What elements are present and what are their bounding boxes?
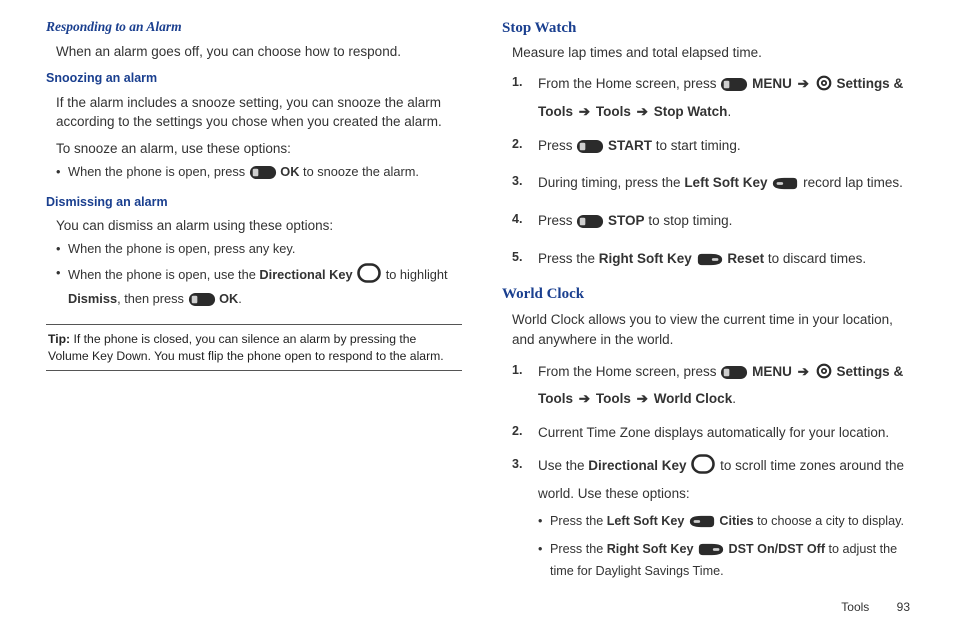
start-label: START [608, 138, 652, 153]
stopwatch-step-3: During timing, press the Left Soft Key r… [510, 171, 918, 199]
para-snooze-1: If the alarm includes a snooze setting, … [56, 93, 462, 132]
text: , then press [117, 291, 187, 306]
tools-label: Tools [596, 391, 631, 406]
left-soft-key-label: Left Soft Key [684, 175, 767, 190]
heading-worldclock: World Clock [502, 284, 918, 304]
text: to stop timing. [648, 213, 732, 228]
ok-label: OK [280, 164, 299, 179]
text: Press the [550, 514, 607, 528]
stopwatch-steps: From the Home screen, press MENU ➔ Setti… [510, 72, 918, 274]
stopwatch-step-5: Press the Right Soft Key Reset to discar… [510, 247, 918, 275]
settings-icon [815, 74, 833, 100]
directional-key-icon [690, 454, 716, 482]
text: During timing, press the [538, 175, 684, 190]
worldclock-step-3: Use the Directional Key to scroll time z… [510, 454, 918, 580]
right-soft-key-icon [697, 542, 725, 562]
tip-text: If the phone is closed, you can silence … [48, 332, 444, 362]
worldclock-steps: From the Home screen, press MENU ➔ Setti… [510, 360, 918, 581]
text: . [238, 291, 242, 306]
left-soft-key-icon [771, 175, 799, 199]
center-key-icon [188, 292, 216, 313]
center-key-icon [576, 138, 604, 162]
dst-label: DST On/DST Off [728, 542, 825, 556]
text: Use the [538, 458, 588, 473]
worldclock-sub-1: Press the Left Soft Key Cities to choose… [538, 512, 918, 534]
text: Press [538, 138, 576, 153]
stopwatch-label: Stop Watch [654, 104, 728, 119]
worldclock-sublist: Press the Left Soft Key Cities to choose… [538, 512, 918, 581]
dismiss-bullet-2: When the phone is open, use the Directio… [56, 263, 462, 313]
dismiss-bullets: When the phone is open, press any key. W… [56, 239, 462, 312]
text: Press the [550, 542, 607, 556]
text: From the Home screen, press [538, 76, 720, 91]
heading-responding: Responding to an Alarm [46, 18, 462, 36]
left-column: Responding to an Alarm When an alarm goe… [46, 14, 462, 592]
heading-stopwatch: Stop Watch [502, 18, 918, 38]
text: record lap times. [803, 175, 903, 190]
page-body: Responding to an Alarm When an alarm goe… [0, 0, 954, 600]
text: to highlight [386, 267, 448, 282]
ok-label: OK [219, 291, 238, 306]
right-soft-key-label: Right Soft Key [599, 251, 692, 266]
stopwatch-step-2: Press START to start timing. [510, 134, 918, 162]
arrow-icon: ➔ [579, 100, 590, 124]
menu-label: MENU [752, 76, 792, 91]
footer-section: Tools [841, 600, 869, 614]
tip-label: Tip: [48, 332, 70, 346]
para-worldclock: World Clock allows you to view the curre… [512, 310, 918, 349]
heading-dismissing: Dismissing an alarm [46, 194, 462, 211]
directional-key-label: Directional Key [259, 267, 352, 282]
text: to choose a city to display. [757, 514, 904, 528]
worldclock-step-1: From the Home screen, press MENU ➔ Setti… [510, 360, 918, 411]
page-footer: Tools 93 [0, 600, 954, 614]
text: From the Home screen, press [538, 364, 720, 379]
center-key-icon [720, 76, 748, 100]
arrow-icon: ➔ [798, 72, 809, 96]
cities-label: Cities [719, 514, 753, 528]
arrow-icon: ➔ [637, 387, 648, 411]
footer-page-number: 93 [897, 600, 910, 614]
center-key-icon [576, 213, 604, 237]
dismiss-bullet-1: When the phone is open, press any key. [56, 239, 462, 259]
para-snooze-2: To snooze an alarm, use these options: [56, 140, 462, 158]
right-soft-key-icon [696, 251, 724, 275]
para-respond: When an alarm goes off, you can choose h… [56, 42, 462, 62]
left-soft-key-label: Left Soft Key [607, 514, 685, 528]
arrow-icon: ➔ [637, 100, 648, 124]
right-soft-key-label: Right Soft Key [607, 542, 694, 556]
stop-label: STOP [608, 213, 645, 228]
stopwatch-step-4: Press STOP to stop timing. [510, 209, 918, 237]
heading-snoozing: Snoozing an alarm [46, 70, 462, 87]
right-column: Stop Watch Measure lap times and total e… [502, 14, 918, 592]
text: to discard times. [768, 251, 866, 266]
directional-key-label: Directional Key [588, 458, 686, 473]
snooze-bullet-1: When the phone is open, press OK to snoo… [56, 162, 462, 186]
para-dismiss: You can dismiss an alarm using these opt… [56, 217, 462, 235]
worldclock-sub-2: Press the Right Soft Key DST On/DST Off … [538, 540, 918, 581]
settings-icon [815, 362, 833, 388]
arrow-icon: ➔ [798, 360, 809, 384]
tools-label: Tools [596, 104, 631, 119]
arrow-icon: ➔ [579, 387, 590, 411]
text: When the phone is open, press [68, 164, 249, 179]
left-soft-key-icon [688, 514, 716, 534]
stopwatch-step-1: From the Home screen, press MENU ➔ Setti… [510, 72, 918, 123]
dismiss-label: Dismiss [68, 291, 117, 306]
text: Press [538, 213, 576, 228]
text: When the phone is open, use the [68, 267, 259, 282]
snooze-bullets: When the phone is open, press OK to snoo… [56, 162, 462, 186]
text: Press the [538, 251, 599, 266]
center-key-icon [720, 364, 748, 388]
worldclock-step-2: Current Time Zone displays automatically… [510, 421, 918, 445]
directional-key-icon [356, 263, 382, 289]
tip-box: Tip: If the phone is closed, you can sil… [46, 324, 462, 371]
text: to snooze the alarm. [303, 164, 419, 179]
worldclock-label: World Clock [654, 391, 733, 406]
para-stopwatch: Measure lap times and total elapsed time… [512, 44, 918, 62]
reset-label: Reset [727, 251, 764, 266]
menu-label: MENU [752, 364, 792, 379]
center-key-icon [249, 165, 277, 186]
text: to start timing. [656, 138, 741, 153]
